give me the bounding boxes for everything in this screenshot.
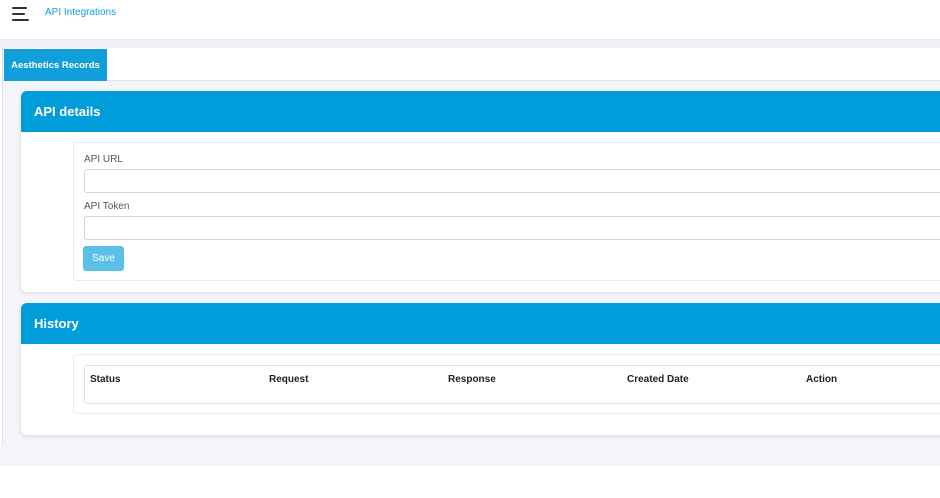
- column-header-response[interactable]: Response: [448, 374, 496, 385]
- column-header-status[interactable]: Status: [90, 374, 121, 385]
- api-token-input[interactable]: [84, 216, 940, 240]
- menu-icon[interactable]: [12, 7, 30, 21]
- api-details-card: API details API URL API Token Save: [21, 91, 940, 292]
- history-header: History: [21, 303, 940, 344]
- api-url-label: API URL: [84, 154, 123, 165]
- page-title[interactable]: API Integrations: [45, 7, 116, 18]
- api-details-form: API URL API Token Save: [73, 142, 940, 281]
- footer-band: [0, 446, 940, 466]
- main-content: Aesthetics Records API details API URL A…: [2, 48, 940, 446]
- column-header-action[interactable]: Action: [806, 374, 837, 385]
- history-card: History Status Request Response Created …: [21, 303, 940, 435]
- api-details-header: API details: [21, 91, 940, 132]
- tab-bar: Aesthetics Records: [3, 48, 940, 81]
- top-bar: API Integrations: [0, 0, 940, 40]
- api-url-input[interactable]: [84, 169, 940, 193]
- column-header-request[interactable]: Request: [269, 374, 308, 385]
- save-button[interactable]: Save: [83, 246, 124, 271]
- column-header-created-date[interactable]: Created Date: [627, 374, 689, 385]
- tab-aesthetics-records[interactable]: Aesthetics Records: [4, 49, 107, 81]
- history-table: Status Request Response Created Date Act…: [84, 365, 940, 404]
- history-table-container: Status Request Response Created Date Act…: [73, 354, 940, 414]
- api-token-label: API Token: [84, 201, 130, 212]
